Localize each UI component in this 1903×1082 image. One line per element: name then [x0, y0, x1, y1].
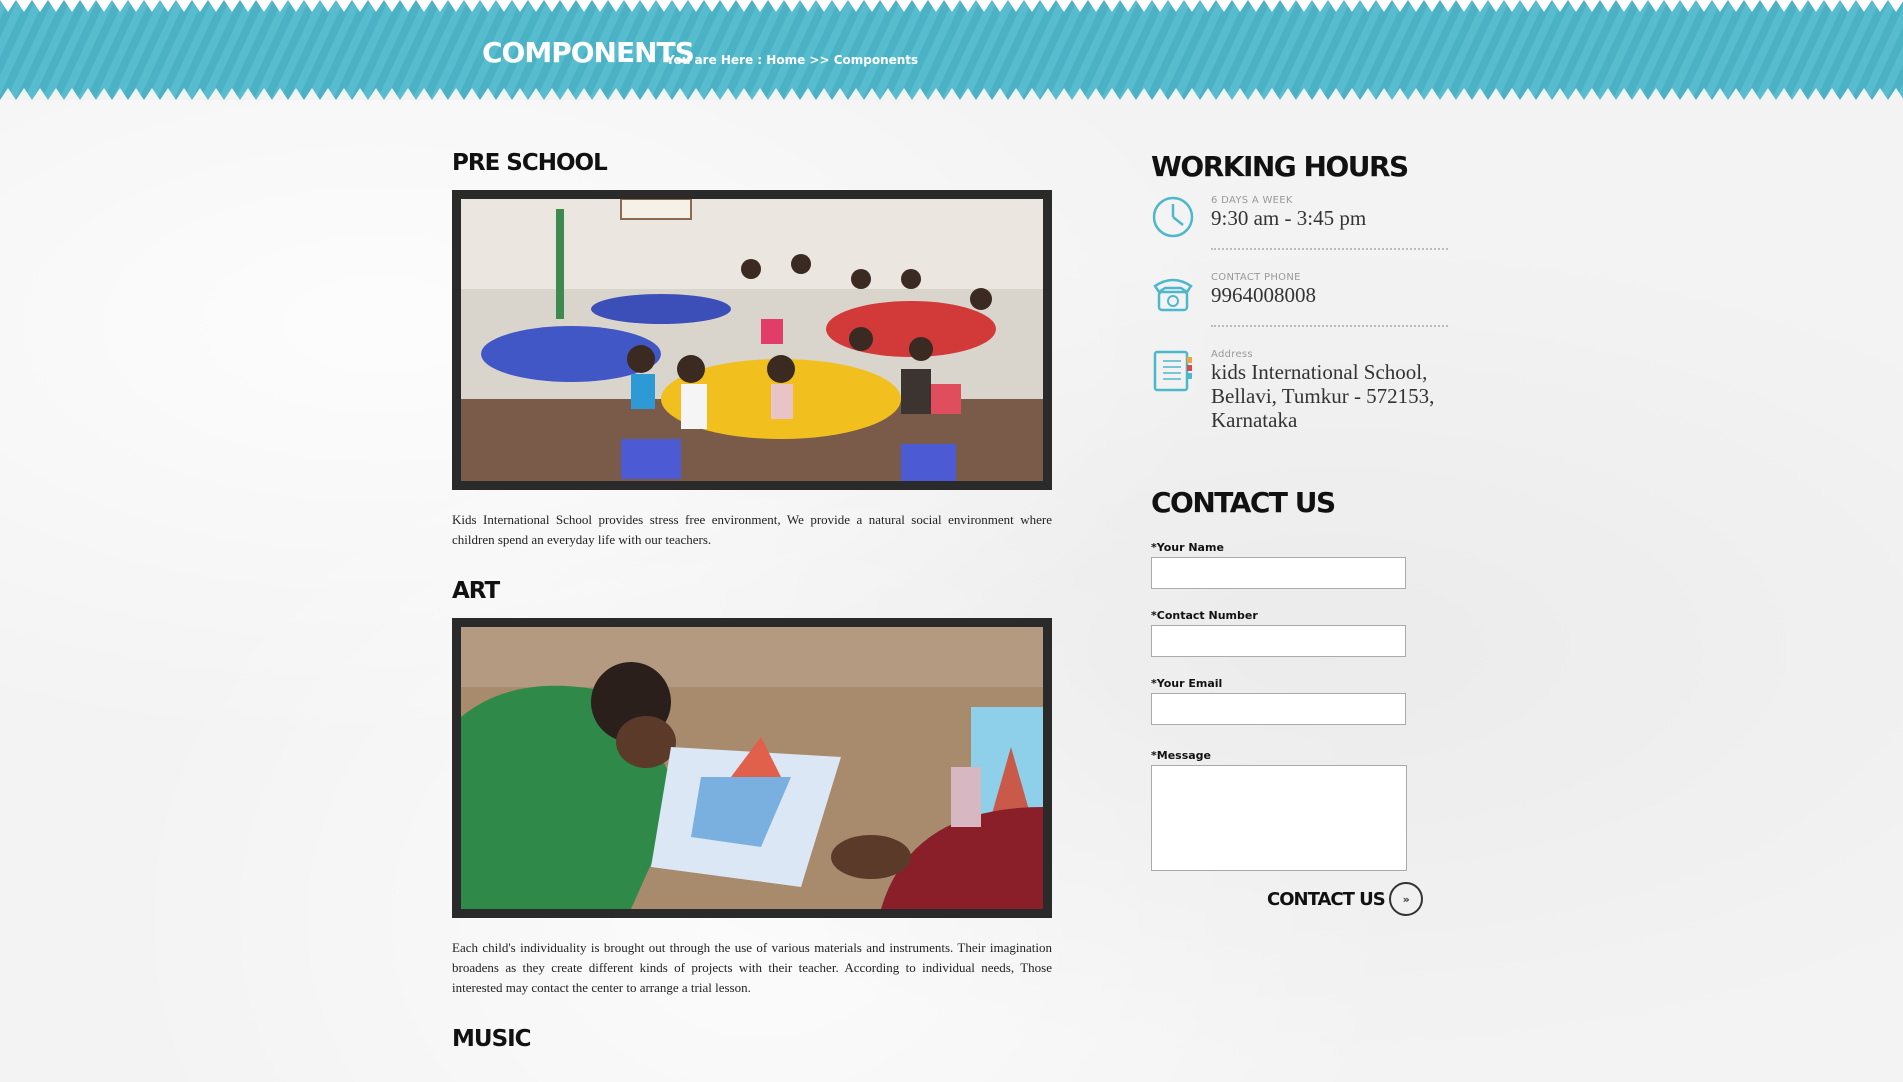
- contact-form: *Your Name *Contact Number *Your Email *…: [1151, 541, 1451, 922]
- phone-label: CONTACT PHONE: [1211, 272, 1301, 283]
- sidebar: WORKING HOURS 6 DAYS A WEEK 9:30 am - 3:…: [1151, 150, 1451, 922]
- phone-row: CONTACT PHONE 9964008008: [1151, 272, 1451, 312]
- art-photo: [461, 627, 1043, 909]
- divider: [1211, 325, 1448, 327]
- breadcrumb: You are Here : Home >> Components: [666, 53, 918, 67]
- contact-number-input[interactable]: [1151, 625, 1406, 657]
- section-heading-art: ART: [452, 578, 500, 604]
- email-input[interactable]: [1151, 693, 1406, 725]
- section-heading-preschool: PRE SCHOOL: [452, 150, 608, 176]
- address-value: kids International School, Bellavi, Tumk…: [1211, 360, 1435, 432]
- arrow-circle-icon: »: [1388, 882, 1423, 916]
- zigzag-bottom-edge: [0, 86, 1903, 100]
- hours-row: 6 DAYS A WEEK 9:30 am - 3:45 pm: [1151, 195, 1451, 238]
- breadcrumb-home-link[interactable]: Home: [766, 53, 805, 67]
- address-label: Address: [1211, 349, 1253, 360]
- art-description: Each child's individuality is brought ou…: [452, 940, 1052, 995]
- phone-value: 9964008008: [1211, 283, 1316, 307]
- preschool-photo-frame: [452, 190, 1052, 490]
- email-label: *Your Email: [1151, 677, 1223, 690]
- breadcrumb-current: Components: [833, 53, 919, 67]
- preschool-description: Kids International School provides stres…: [452, 512, 1052, 547]
- name-label: *Your Name: [1151, 541, 1224, 554]
- phone-icon: [1153, 278, 1193, 312]
- name-input[interactable]: [1151, 557, 1406, 589]
- contact-us-button-label: CONTACT US: [1267, 888, 1386, 910]
- page-title: COMPONENTS: [482, 36, 695, 69]
- clock-icon: [1152, 196, 1194, 238]
- hours-value: 9:30 am - 3:45 pm: [1211, 206, 1367, 230]
- zigzag-top-edge: [0, 0, 1903, 14]
- contact-us-button[interactable]: CONTACT US »: [1267, 882, 1423, 916]
- working-hours-heading: WORKING HOURS: [1151, 150, 1409, 183]
- address-book-icon: [1153, 350, 1192, 392]
- section-heading-music: MUSIC: [452, 1026, 532, 1052]
- breadcrumb-prefix: You are Here :: [666, 53, 767, 67]
- message-textarea[interactable]: [1151, 765, 1407, 871]
- divider: [1211, 248, 1448, 250]
- address-row: Address kids International School, Bella…: [1151, 349, 1451, 432]
- art-photo-frame: [452, 618, 1052, 918]
- page-header: COMPONENTS You are Here : Home >> Compon…: [0, 0, 1903, 100]
- breadcrumb-separator: >>: [805, 53, 834, 67]
- contact-number-label: *Contact Number: [1151, 609, 1258, 622]
- hours-label: 6 DAYS A WEEK: [1211, 195, 1293, 206]
- main-content: PRE SCHOOL Kids International School pro…: [452, 150, 1052, 1066]
- message-label: *Message: [1151, 749, 1212, 762]
- contact-us-heading: CONTACT US: [1151, 486, 1336, 519]
- preschool-photo: [461, 198, 1043, 481]
